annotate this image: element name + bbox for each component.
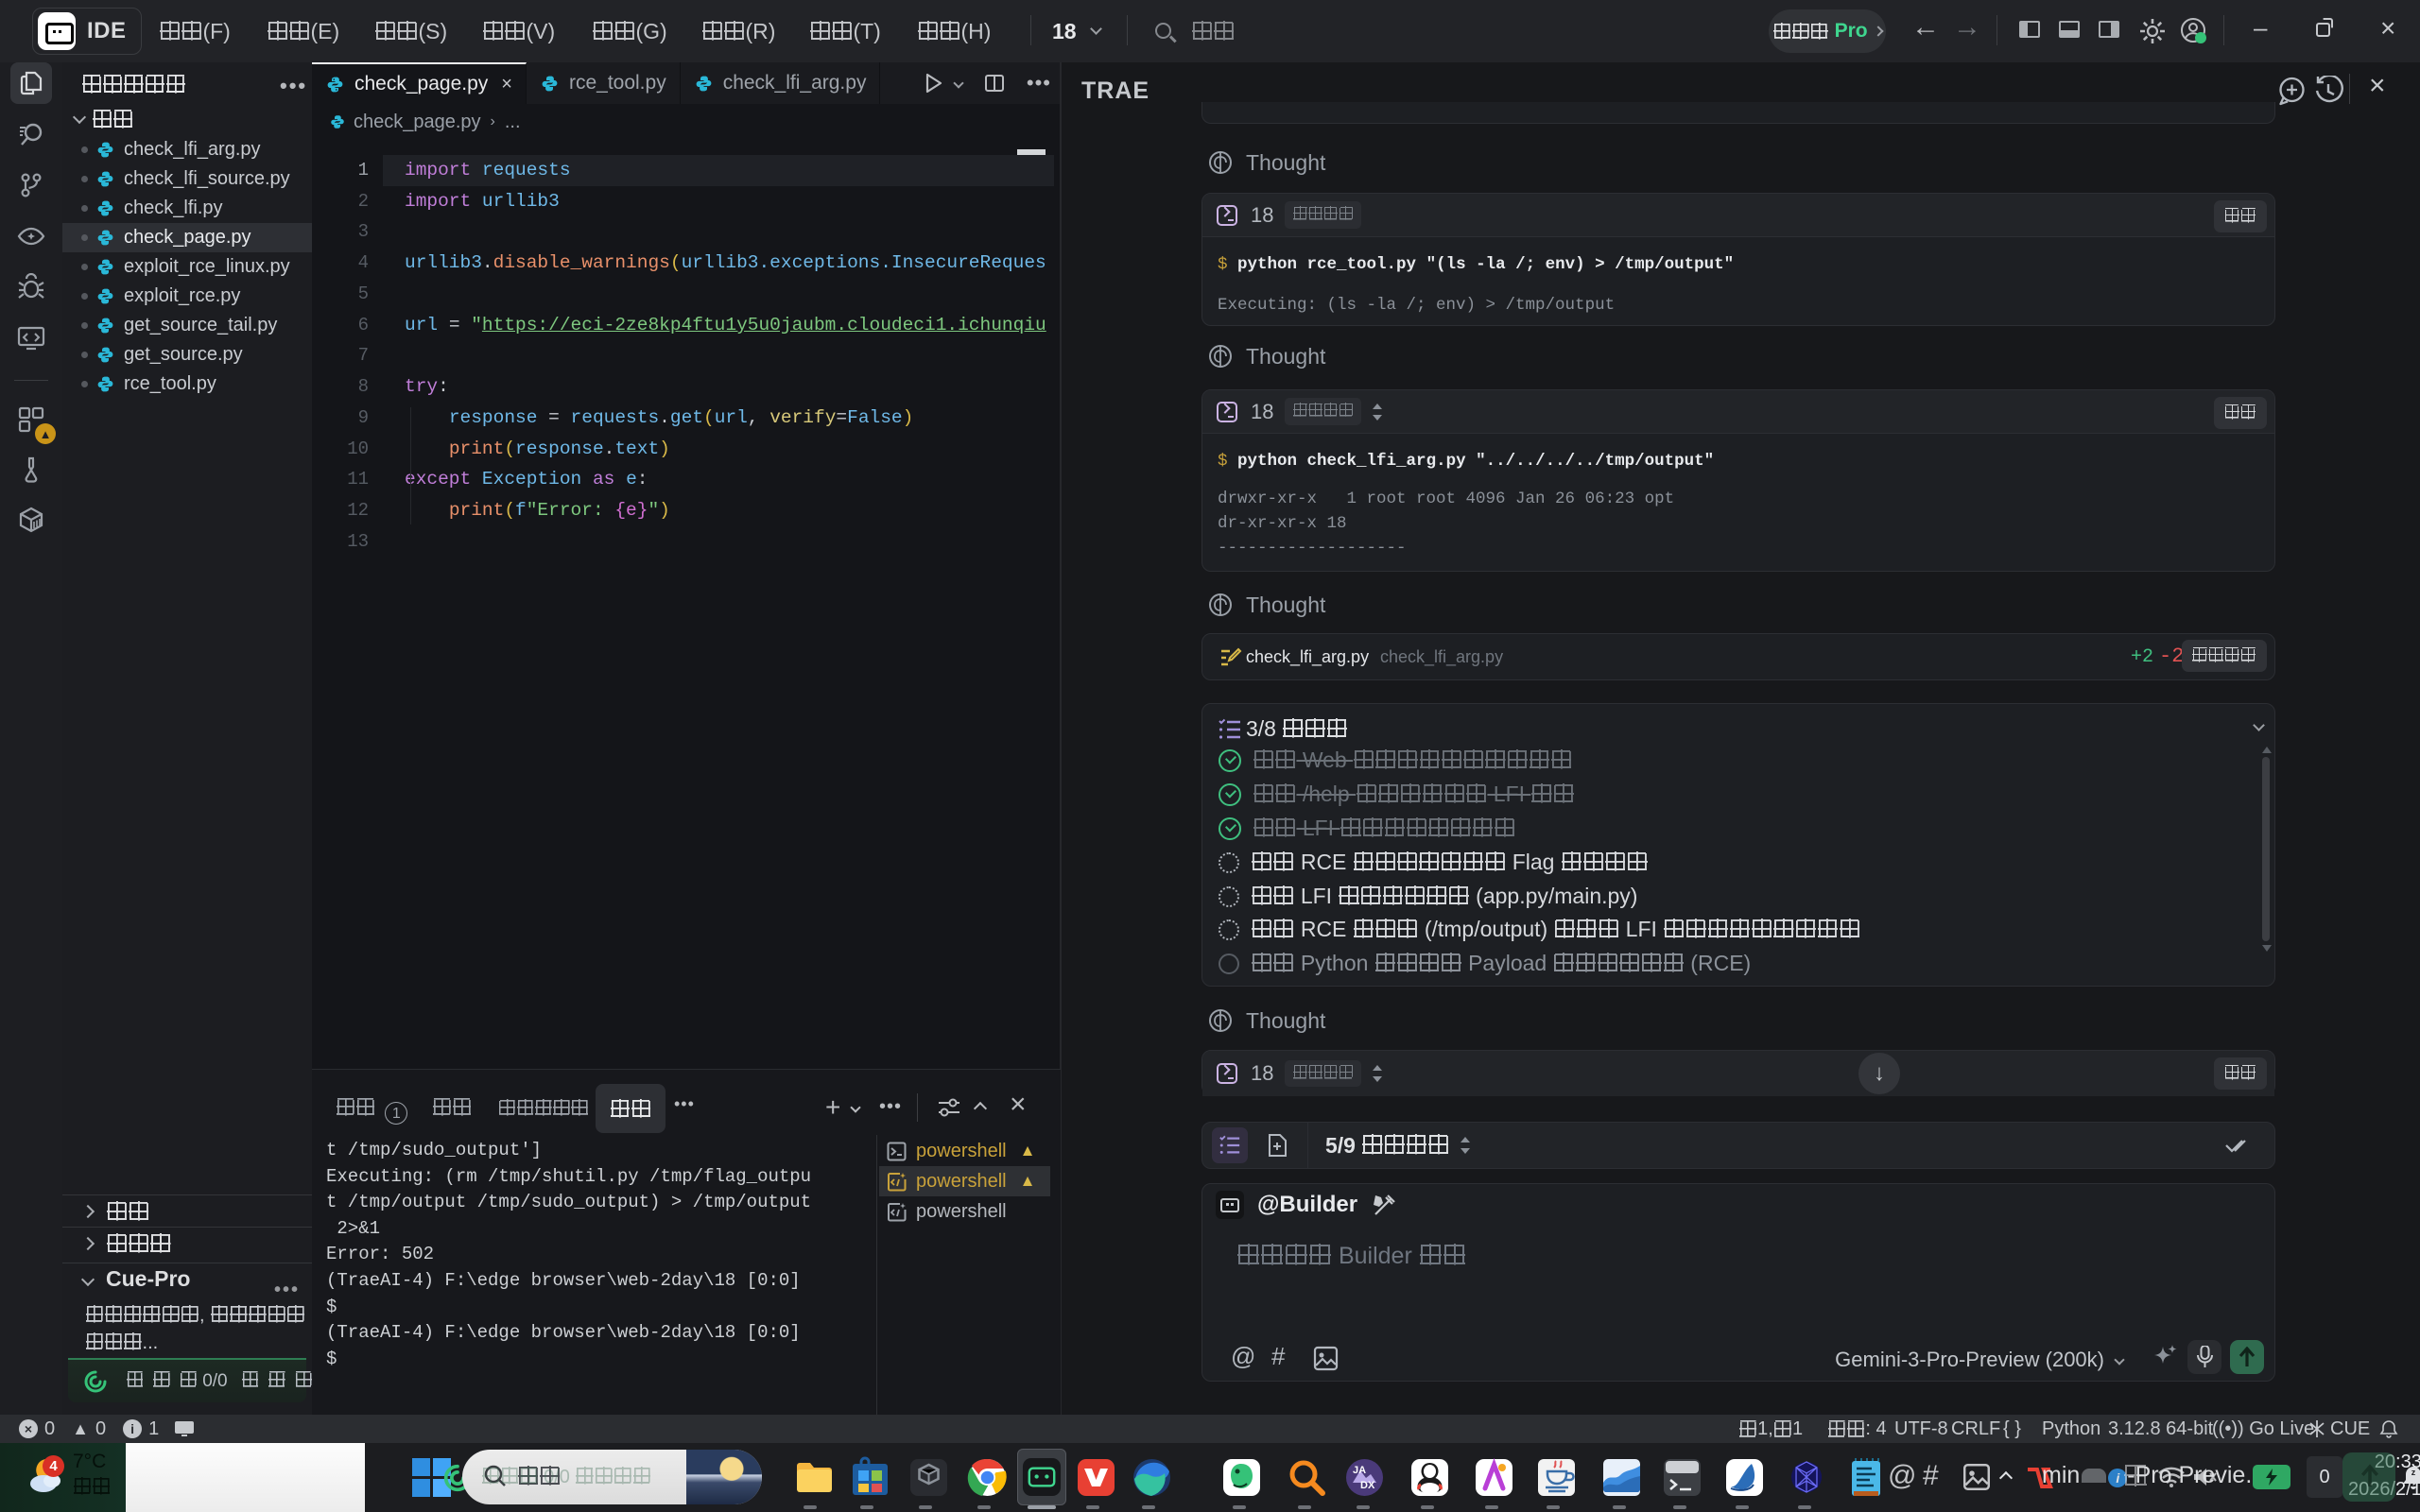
svg-text:JA: JA xyxy=(1353,1465,1366,1476)
svg-text:z: z xyxy=(2411,1468,2416,1477)
svg-text:DX: DX xyxy=(1360,1480,1375,1491)
